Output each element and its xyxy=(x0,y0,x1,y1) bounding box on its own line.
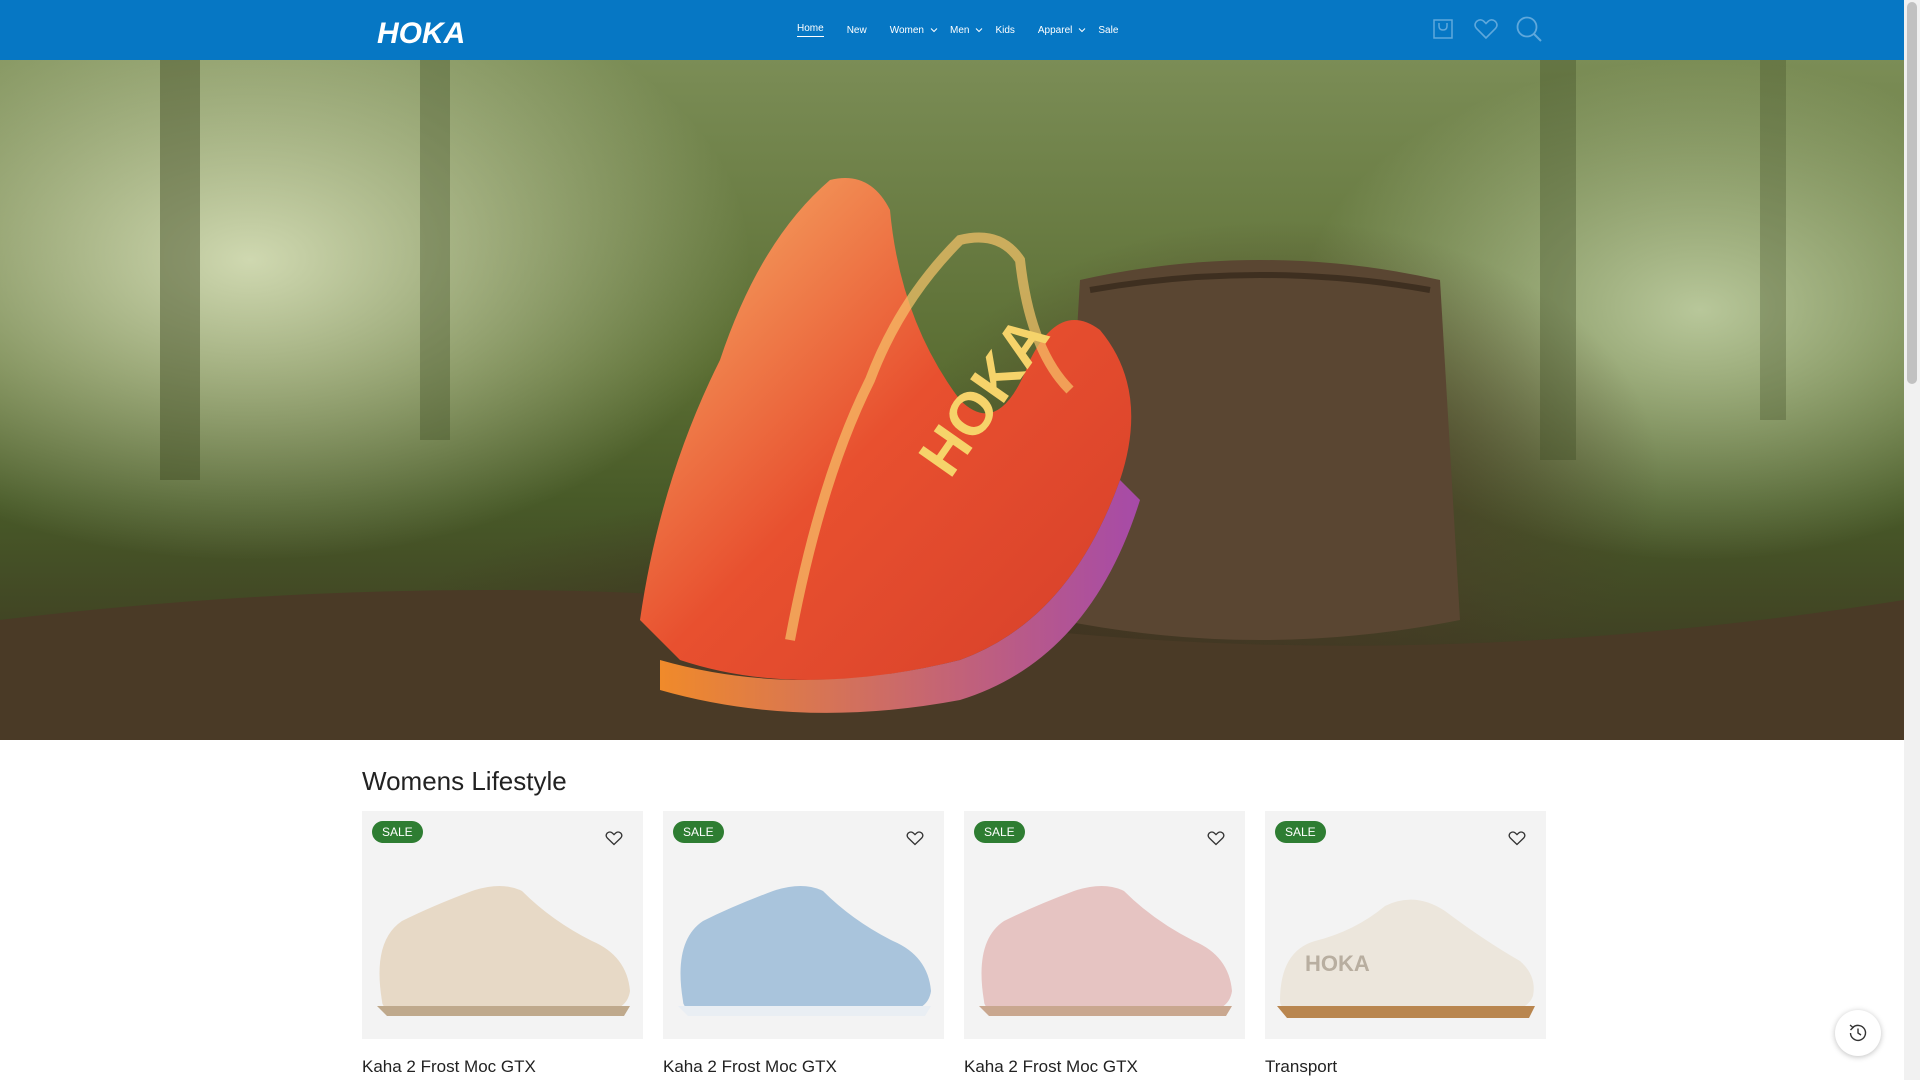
section-title: Womens Lifestyle xyxy=(362,766,567,796)
product-name[interactable]: Kaha 2 Frost Moc GTX xyxy=(362,1057,536,1077)
nav-sale-label: Sale xyxy=(1098,24,1119,36)
product-image: HOKA xyxy=(1277,899,1535,1018)
nav-apparel-label: Apparel xyxy=(1037,24,1073,36)
nav-home-label: Home xyxy=(797,23,824,37)
nav-home[interactable]: Home xyxy=(797,23,824,37)
nav-new[interactable]: New xyxy=(847,25,867,36)
product-image xyxy=(678,886,931,1016)
nav-women-label: Women xyxy=(889,24,924,36)
nav-new-label: New xyxy=(846,24,867,36)
chevron-down-icon xyxy=(1079,28,1086,33)
logo-text: HOKA xyxy=(377,17,465,47)
scrollbar-thumb[interactable] xyxy=(1907,2,1917,384)
wishlist-button[interactable] xyxy=(1471,14,1501,44)
recently-viewed-button[interactable] xyxy=(1835,1010,1881,1056)
nav-men-label: Men xyxy=(949,24,970,36)
product-card[interactable]: SALE HOKA xyxy=(1265,811,1546,1039)
hoka-logo[interactable]: HOKA xyxy=(377,17,473,50)
history-icon xyxy=(1849,1024,1867,1042)
chevron-down-icon xyxy=(930,28,938,33)
nav-kids[interactable]: Kids xyxy=(995,25,1014,36)
nav-men[interactable]: Men xyxy=(950,25,983,36)
nav-sale[interactable]: Sale xyxy=(1098,25,1118,36)
cart-icon xyxy=(1433,19,1453,39)
site-header: HOKA Home New Women Men Kids Apparel Sal… xyxy=(0,0,1904,60)
header-icons xyxy=(1428,14,1557,44)
main-nav: Home New Women Men Kids Apparel Sale xyxy=(797,0,1141,60)
nav-women[interactable]: Women xyxy=(890,25,938,36)
product-card[interactable]: SALE xyxy=(964,811,1245,1039)
hero-image: HOKA xyxy=(0,60,1904,740)
product-image xyxy=(377,886,630,1016)
nav-apparel[interactable]: Apparel xyxy=(1038,25,1086,36)
product-image xyxy=(979,886,1232,1016)
search-button[interactable] xyxy=(1514,14,1544,44)
product-card[interactable]: SALE xyxy=(362,811,643,1039)
product-name[interactable]: Transport xyxy=(1265,1057,1337,1077)
cart-button[interactable] xyxy=(1428,14,1458,44)
nav-kids-label: Kids xyxy=(995,24,1015,36)
chevron-down-icon xyxy=(976,28,983,33)
product-name[interactable]: Kaha 2 Frost Moc GTX xyxy=(964,1057,1138,1077)
product-name[interactable]: Kaha 2 Frost Moc GTX xyxy=(663,1057,837,1077)
product-card[interactable]: SALE xyxy=(663,811,944,1039)
scrollbar[interactable] xyxy=(1904,0,1920,1080)
heart-icon xyxy=(1474,19,1498,40)
svg-text:HOKA: HOKA xyxy=(1305,951,1370,976)
search-icon xyxy=(1516,16,1542,42)
hero-banner[interactable]: HOKA xyxy=(0,60,1904,740)
